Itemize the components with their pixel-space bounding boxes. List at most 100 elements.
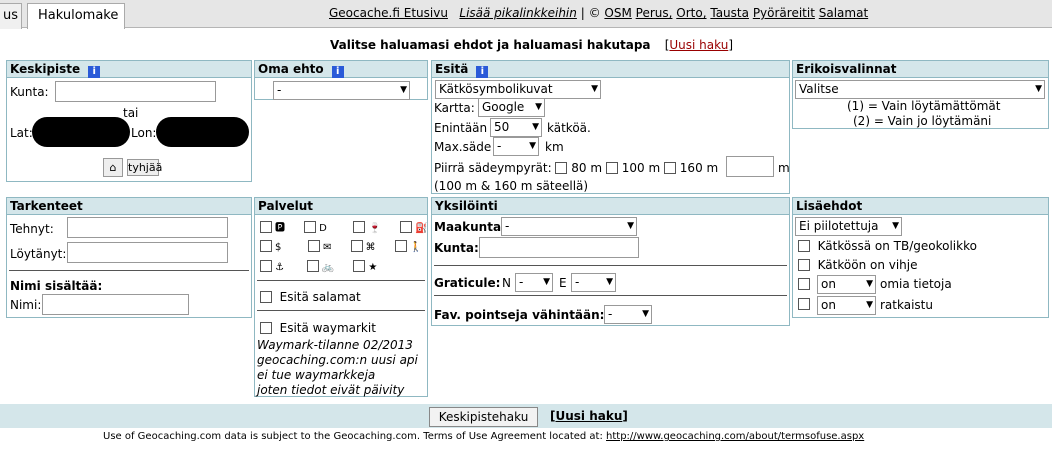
- esita-title: Esitä: [435, 62, 469, 76]
- hiker-checkbox[interactable]: [394, 240, 407, 252]
- tab-previous[interactable]: us: [0, 3, 22, 29]
- link-pikalinkit[interactable]: Lisää pikalinkkeihin: [459, 6, 576, 20]
- ratkaistu-select[interactable]: on ▼: [817, 296, 876, 315]
- ratkaistu-label: ratkaistu: [880, 298, 933, 312]
- tyhjaa-button[interactable]: tyhjää: [127, 159, 162, 176]
- link-salamat[interactable]: Salamat: [819, 6, 868, 20]
- tehnyt-input[interactable]: [67, 217, 228, 238]
- r80-checkbox[interactable]: [555, 162, 568, 174]
- oma-ehto-select[interactable]: - ▼: [273, 81, 410, 100]
- ratkaistu-checkbox[interactable]: [798, 298, 810, 310]
- r100-checkbox[interactable]: [605, 162, 618, 174]
- piilotettu-select[interactable]: Ei piilotettuja ▼: [795, 217, 902, 236]
- wine-checkbox[interactable]: [353, 221, 366, 233]
- chevron-down-icon: ▼: [606, 277, 613, 287]
- salamat-label: Esitä salamat: [279, 290, 361, 304]
- km-label: km: [545, 140, 564, 154]
- link-perus[interactable]: Perus,: [636, 6, 673, 20]
- lat-value-redacted[interactable]: [32, 117, 130, 147]
- panel-oma-ehto: Oma ehto i - ▼: [254, 60, 428, 100]
- chevron-down-icon: ▼: [1035, 84, 1042, 94]
- star-icon: ★: [368, 262, 378, 273]
- panel-yksilointi-header: Yksilöinti: [432, 198, 789, 215]
- symbol-select[interactable]: Kätkösymbolikuvat ▼: [435, 80, 601, 99]
- info-icon[interactable]: i: [88, 66, 101, 78]
- kunta-input[interactable]: [55, 81, 216, 102]
- info-icon[interactable]: i: [331, 66, 344, 78]
- attraction-checkbox[interactable]: [350, 240, 363, 252]
- maxsade-select-value: -: [497, 139, 502, 153]
- footer-terms-link[interactable]: http://www.geocaching.com/about/termsofu…: [606, 431, 864, 442]
- loytanyt-input[interactable]: [67, 242, 228, 263]
- chevron-down-icon: ▼: [400, 85, 407, 95]
- chevron-down-icon: ▼: [866, 279, 873, 289]
- maakunta-select[interactable]: - ▼: [501, 217, 637, 236]
- dollar-checkbox[interactable]: [260, 240, 272, 252]
- bicycle-icon: 🚲: [321, 262, 335, 273]
- lat-label: Lat:: [10, 126, 33, 140]
- chevron-down-icon: ▼: [532, 122, 539, 132]
- anchor-checkbox[interactable]: [260, 260, 272, 272]
- r160-checkbox[interactable]: [663, 162, 676, 174]
- lon-value-redacted[interactable]: [156, 117, 249, 147]
- vihje-label: Kätköön on vihje: [817, 258, 918, 272]
- page-headline: Valitse haluamasi ehdot ja haluamasi hak…: [330, 38, 733, 52]
- chevron-down-icon: ▼: [642, 309, 649, 319]
- link-etusivu[interactable]: Geocache.fi Etusivu: [329, 6, 448, 20]
- katkoa-label: kätköä.: [547, 121, 591, 135]
- fav-select[interactable]: - ▼: [604, 305, 652, 324]
- keskipistehaku-button[interactable]: Keskipistehaku: [429, 407, 538, 427]
- star-checkbox[interactable]: [353, 260, 366, 272]
- vihje-checkbox[interactable]: [798, 259, 810, 271]
- panel-palvelut: Palvelut 🅿 D 🍷 ⛽ $ ✉ ⌘ 🚶 ⚓ 🚲 ★ Esitä sal…: [254, 197, 428, 397]
- nimi-input[interactable]: [42, 294, 189, 315]
- house-icon[interactable]: ⌂: [103, 158, 123, 177]
- chevron-down-icon: ▼: [591, 84, 598, 94]
- enintaan-label: Enintään: [434, 121, 488, 135]
- piirra-row: Piirrä sädeympyrät: 80 m 100 m 160 m: [434, 161, 718, 175]
- top-links: Geocache.fi Etusivu Lisää pikalinkkeihin…: [329, 6, 868, 20]
- uusi-haku-link[interactable]: Uusi haku: [555, 409, 622, 423]
- erikois-select-value: Valitse: [799, 82, 839, 96]
- door-icon: D: [319, 223, 327, 234]
- panel-erikoisvalinnat: Erikoisvalinnat Valitse ▼ (1) = Vain löyt…: [792, 60, 1049, 129]
- custom-radius-input[interactable]: [726, 156, 774, 177]
- waymarkit-checkbox[interactable]: [260, 322, 272, 334]
- link-pyorareitit[interactable]: Pyöräreitit: [753, 6, 815, 20]
- door-checkbox[interactable]: [304, 221, 317, 233]
- fav-label: Fav. pointseja vähintään:: [434, 308, 605, 322]
- panel-erikoisvalinnat-header: Erikoisvalinnat: [793, 61, 1048, 78]
- separator: |: [580, 6, 585, 20]
- waymarkit-label: Esitä waymarkit: [279, 321, 376, 335]
- omia-checkbox[interactable]: [798, 278, 810, 290]
- erikois-select[interactable]: Valitse ▼: [795, 80, 1045, 99]
- parking-checkbox[interactable]: [260, 221, 272, 233]
- bottom-uusi-haku: [Uusi haku]: [550, 409, 628, 423]
- kartta-select[interactable]: Google ▼: [478, 98, 545, 117]
- maxsade-select[interactable]: - ▼: [493, 137, 539, 156]
- graticule-e-select[interactable]: - ▼: [571, 273, 616, 292]
- enintaan-select[interactable]: 50 ▼: [490, 118, 542, 137]
- palvelut-row-2: $ ✉ ⌘ 🚶: [260, 239, 422, 253]
- bracket-right: ]: [622, 409, 628, 423]
- tai-label: tai: [123, 106, 139, 120]
- oma-ehto-select-value: -: [277, 83, 282, 97]
- mailbox-checkbox[interactable]: [308, 240, 321, 252]
- link-orto[interactable]: Orto,: [676, 6, 706, 20]
- divider: [9, 270, 249, 271]
- tab-hakulomake-label: Hakulomake: [38, 8, 119, 23]
- fuel-checkbox[interactable]: [400, 221, 413, 233]
- tab-hakulomake[interactable]: Hakulomake: [27, 3, 125, 29]
- palvelut-row-3: ⚓ 🚲 ★: [260, 259, 377, 273]
- graticule-n-select[interactable]: - ▼: [515, 273, 553, 292]
- link-tausta[interactable]: Tausta: [710, 6, 749, 20]
- tb-checkbox[interactable]: [798, 240, 810, 252]
- divider: [257, 310, 425, 311]
- salamat-checkbox[interactable]: [260, 291, 272, 303]
- bicycle-checkbox[interactable]: [306, 260, 319, 272]
- info-icon[interactable]: i: [476, 66, 489, 78]
- yksilointi-kunta-input[interactable]: [479, 237, 639, 258]
- omia-select[interactable]: on ▼: [817, 275, 876, 294]
- link-osm[interactable]: OSM: [604, 6, 631, 20]
- uusi-haku-link[interactable]: Uusi haku: [669, 38, 728, 52]
